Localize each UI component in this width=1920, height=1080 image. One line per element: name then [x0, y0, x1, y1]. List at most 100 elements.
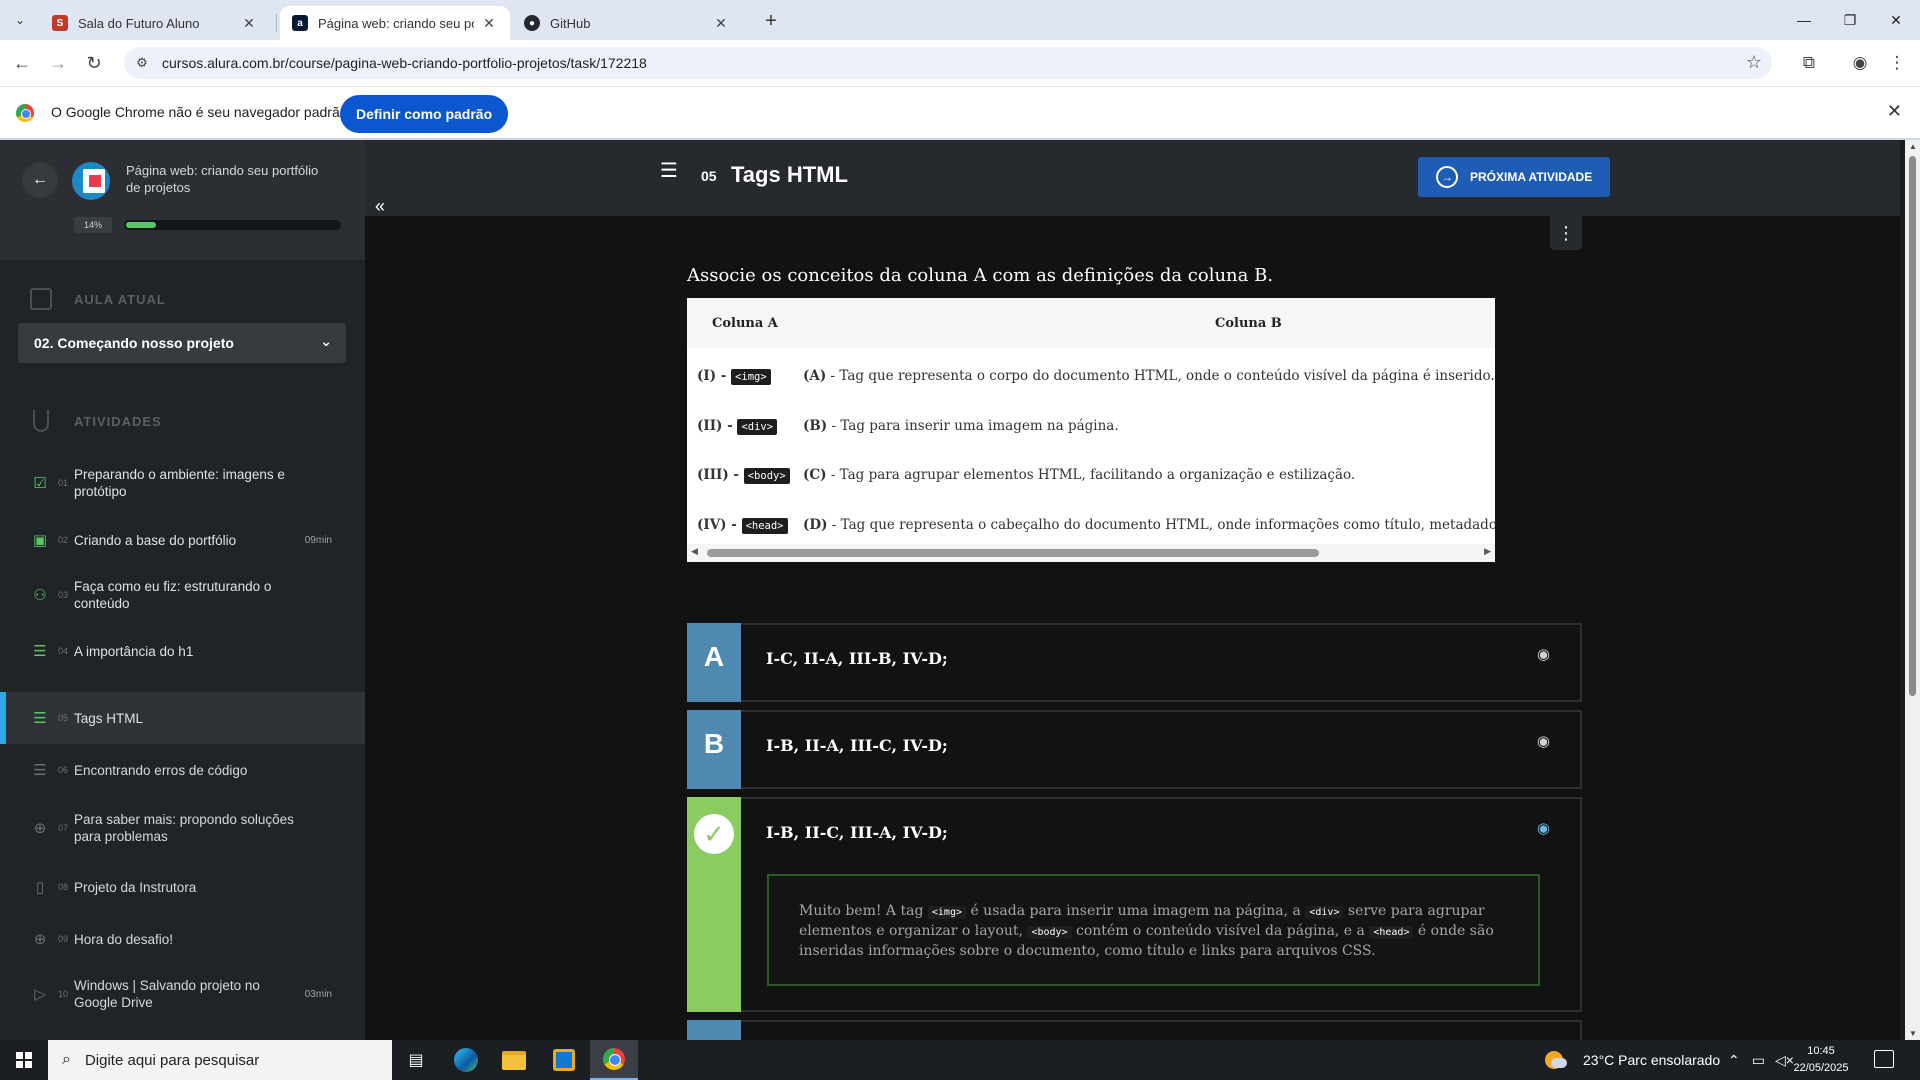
scrollbar-thumb[interactable] — [1909, 156, 1916, 696]
scrollbar-thumb[interactable] — [707, 549, 1319, 557]
scroll-down-icon[interactable]: ▼ — [1909, 1029, 1917, 1038]
activity-item-10[interactable]: ▷ 10 Windows | Salvando projeto no Googl… — [0, 966, 365, 1022]
forward-arrow-icon[interactable]: → — [44, 49, 72, 77]
weather-widget[interactable]: 23°C Parc ensolarado — [1545, 1040, 1720, 1080]
tab-github[interactable]: ● GitHub ✕ — [512, 6, 742, 40]
answer-option-a[interactable]: A I-C, II-A, III-B, IV-D; ◉ — [687, 623, 1582, 702]
question-text: Associe os conceitos da coluna A com as … — [687, 265, 1274, 286]
activity-item-01[interactable]: ☑ 01 Preparando o ambiente: imagens e pr… — [0, 455, 365, 511]
notifications-icon[interactable] — [1874, 1050, 1894, 1068]
eye-icon[interactable]: ◉ — [1537, 732, 1550, 750]
column-b-header: Coluna B — [1215, 316, 1282, 331]
definition-text: - Tag para inserir uma imagem na página. — [827, 418, 1119, 434]
show-hidden-icons-icon[interactable]: ⌃ — [1728, 1052, 1740, 1069]
search-placeholder: Digite aqui para pesquisar — [84, 1051, 260, 1069]
minimize-window-icon[interactable]: — — [1781, 0, 1827, 40]
back-arrow-icon[interactable]: ← — [8, 49, 36, 77]
extensions-icon[interactable]: ⧉ — [1797, 51, 1821, 75]
chrome-taskbar-button[interactable] — [590, 1040, 638, 1080]
column-a-cell: (IV) - <head> — [697, 517, 788, 534]
tab-sala-do-futuro[interactable]: S Sala do Futuro Aluno ✕ — [40, 6, 270, 40]
url-text[interactable]: cursos.alura.com.br/course/pagina-web-cr… — [162, 55, 647, 71]
html-tag-code: <body> — [1027, 926, 1072, 939]
answer-option-b[interactable]: B I-B, II-A, III-C, IV-D; ◉ — [687, 710, 1582, 789]
table-row: (I) - <img> (A) - Tag que representa o c… — [687, 362, 1495, 392]
close-tab-icon[interactable]: ✕ — [240, 15, 258, 32]
tab-search-dropdown-icon[interactable]: ⌄ — [8, 8, 32, 32]
chrome-menu-icon[interactable]: ⋮ — [1885, 51, 1909, 75]
activity-item-09[interactable]: ⊕ 09 Hora do desafio! — [0, 914, 365, 964]
column-b-cell: (C) - Tag para agrupar elementos HTML, f… — [803, 467, 1355, 483]
tab-alura-course[interactable]: a Página web: criando seu portfó ✕ — [280, 6, 510, 40]
more-options-icon[interactable]: ⋮ — [1550, 216, 1582, 250]
new-tab-button[interactable]: + — [758, 8, 784, 34]
profile-avatar-icon[interactable]: ◉ — [1848, 51, 1872, 75]
address-bar[interactable]: ⚙ cursos.alura.com.br/course/pagina-web-… — [124, 47, 1772, 79]
activity-item-05[interactable]: ☰ 05 Tags HTML — [0, 692, 365, 744]
answer-option-d[interactable] — [687, 1020, 1582, 1040]
definition-letter: (D) — [803, 517, 828, 533]
back-to-course-button[interactable]: ← — [22, 162, 58, 198]
course-title[interactable]: Página web: criando seu portfólio de pro… — [126, 162, 326, 196]
folder-icon — [502, 1050, 526, 1070]
network-icon[interactable]: ▭ — [1752, 1052, 1765, 1069]
collapse-sidebar-icon[interactable]: « — [365, 186, 395, 226]
answer-feedback: Muito bem! A tag <img> é usada para inse… — [767, 874, 1540, 986]
option-letter-text: A — [703, 641, 725, 672]
html-tag-code: <img> — [927, 906, 966, 919]
activity-item-06[interactable]: ☰ 06 Encontrando erros de código — [0, 744, 365, 796]
feedback-text: é usada para inserir uma imagem na págin… — [966, 903, 1306, 919]
scroll-left-icon[interactable]: ◀ — [691, 547, 698, 557]
activity-item-07[interactable]: ⊕ 07 Para saber mais: propondo soluções … — [0, 800, 365, 856]
course-header: ← Página web: criando seu portfólio de p… — [0, 140, 365, 260]
progress-percent-badge: 14% — [74, 217, 112, 233]
taskbar-search-box[interactable]: ⌕ Digite aqui para pesquisar — [48, 1040, 392, 1080]
site-info-icon[interactable]: ⚙ — [132, 55, 152, 71]
column-b-cell: (D) - Tag que representa o cabeçalho do … — [803, 517, 1495, 533]
definition-text: - Tag que representa o cabeçalho do docu… — [827, 517, 1495, 533]
definition-text: - Tag para agrupar elementos HTML, facil… — [826, 467, 1356, 483]
activity-item-03[interactable]: ⚇ 03 Faça como eu fiz: estruturando o co… — [0, 567, 365, 623]
activity-title: Tags HTML — [74, 710, 144, 726]
next-activity-button[interactable]: → PRÓXIMA ATIVIDADE — [1418, 157, 1610, 197]
scroll-right-icon[interactable]: ▶ — [1484, 547, 1491, 557]
column-a-cell: (I) - <img> — [697, 368, 771, 385]
reload-icon[interactable]: ↻ — [80, 49, 108, 77]
current-lesson-dropdown[interactable]: 02. Começando nosso projeto ⌄ — [18, 323, 346, 363]
set-default-button[interactable]: Definir como padrão — [340, 95, 509, 133]
answer-option-c[interactable]: ✓ I-B, II-C, III-A, IV-D; ◉ Muito bem! A… — [687, 797, 1582, 1012]
table-row: (III) - <body> (C) - Tag para agrupar el… — [687, 461, 1495, 491]
table-horizontal-scrollbar[interactable]: ◀ ▶ — [687, 544, 1495, 562]
scroll-up-icon[interactable]: ▲ — [1909, 142, 1917, 151]
activity-number: 09 — [58, 934, 69, 944]
activity-item-02[interactable]: ▣ 02 Criando a base do portfólio 09min — [0, 515, 365, 565]
file-explorer-taskbar-button[interactable] — [490, 1040, 538, 1080]
eye-icon[interactable]: ◉ — [1537, 819, 1550, 837]
edge-taskbar-button[interactable] — [442, 1040, 490, 1080]
eye-icon[interactable]: ◉ — [1537, 645, 1550, 663]
activity-list-icon[interactable]: ☰ — [660, 161, 680, 182]
close-tab-icon[interactable]: ✕ — [480, 15, 498, 32]
taskbar-clock[interactable]: 10:45 22/05/2025 — [1787, 1043, 1855, 1077]
page-vertical-scrollbar[interactable]: ▲ ▼ — [1905, 140, 1920, 1040]
close-tab-icon[interactable]: ✕ — [712, 15, 730, 32]
task-view-button[interactable]: ▤ — [392, 1040, 440, 1080]
activity-number: 05 — [58, 713, 69, 723]
close-window-icon[interactable]: ✕ — [1873, 0, 1919, 40]
close-infobar-icon[interactable]: ✕ — [1887, 101, 1902, 122]
start-button[interactable] — [0, 1040, 48, 1080]
windows-taskbar: ⌕ Digite aqui para pesquisar ▤ 23°C Parc… — [0, 1040, 1920, 1080]
store-taskbar-button[interactable] — [540, 1040, 588, 1080]
restore-window-icon[interactable]: ❐ — [1827, 0, 1873, 40]
bookmark-star-icon[interactable]: ☆ — [1746, 52, 1762, 73]
html-tag-code: <head> — [741, 518, 788, 534]
current-lesson-label: 02. Começando nosso projeto — [34, 335, 234, 351]
option-correct-marker: ✓ — [687, 797, 741, 1012]
activity-number: 06 — [58, 765, 69, 775]
activity-item-08[interactable]: ▯ 08 Projeto da Instrutora — [0, 862, 365, 912]
row-numeral: (III) - — [697, 467, 744, 483]
option-letter: B — [687, 710, 741, 789]
definition-letter: (B) — [803, 418, 828, 434]
activity-item-04[interactable]: ☰ 04 A importância do h1 — [0, 626, 365, 676]
option-text: I-C, II-A, III-B, IV-D; — [766, 649, 948, 668]
